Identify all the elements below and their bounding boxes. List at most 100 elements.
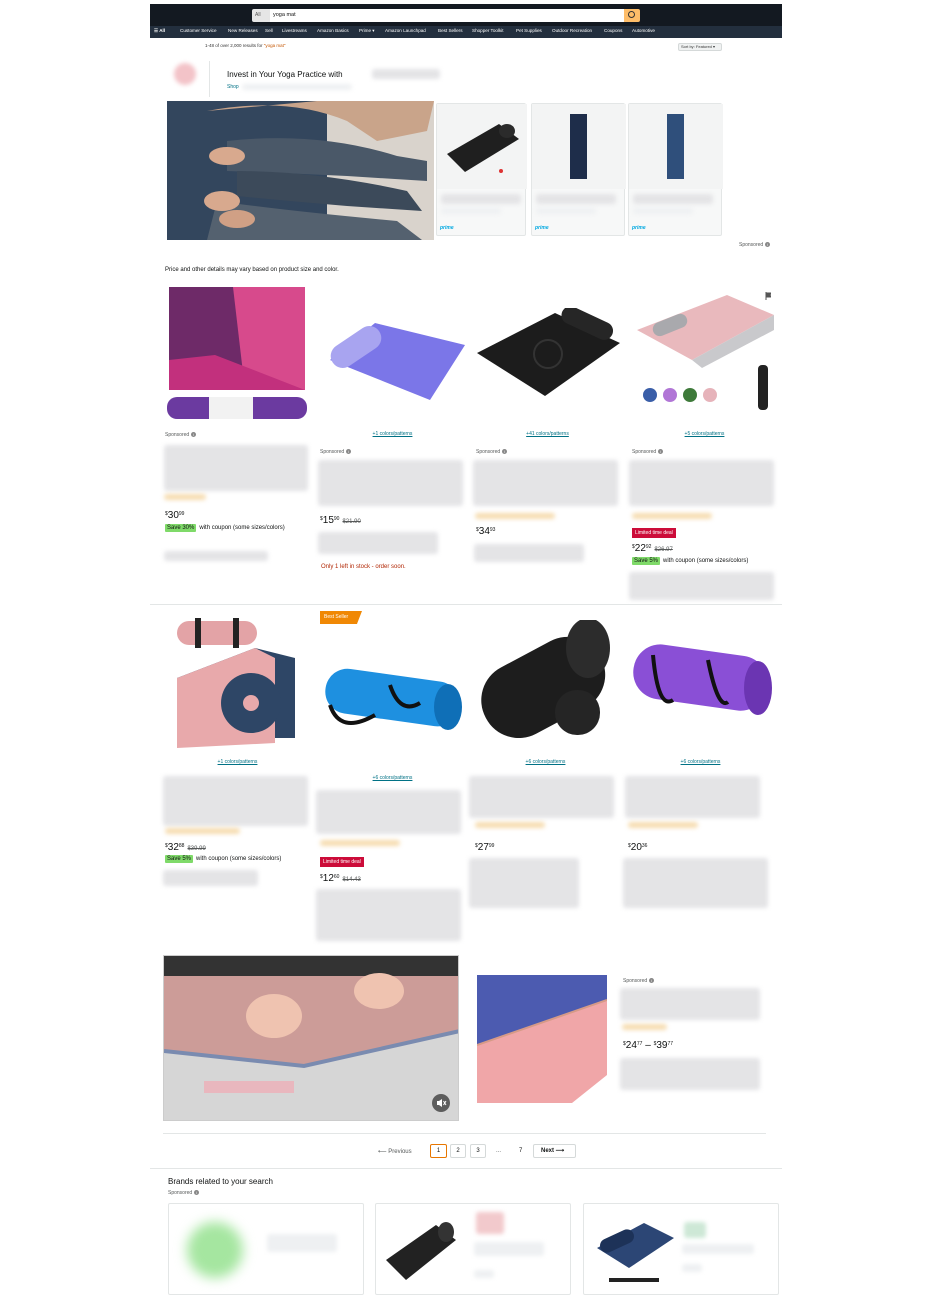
limited-time-deal-badge: Limited time deal <box>320 857 364 867</box>
product-image-7[interactable] <box>473 618 618 750</box>
nav-item-shopper-toolkit[interactable]: Shopper Toolkit <box>472 28 504 33</box>
search-category-select[interactable]: All <box>252 9 270 22</box>
price: $3288 $39.99 <box>165 842 206 853</box>
search-button[interactable] <box>624 9 640 22</box>
sponsored-label[interactable]: Sponsored i <box>623 978 655 984</box>
info-icon: i <box>658 449 664 454</box>
pagination-ellipsis: ... <box>496 1148 502 1154</box>
brand-banner-headline: Invest in Your Yoga Practice with <box>227 70 343 79</box>
video-ad-product-image[interactable] <box>476 975 608 1103</box>
price: $2036 <box>628 842 648 853</box>
product-image-3[interactable] <box>475 306 620 398</box>
nav-item-best-sellers[interactable]: Best Sellers <box>438 28 463 33</box>
pagination-page-7[interactable]: 7 <box>519 1148 522 1154</box>
blue-mat-image <box>629 104 723 189</box>
colors-link[interactable]: +1 colors/patterns <box>320 431 465 437</box>
pink-gray-mat-image <box>637 295 774 410</box>
nav-item-new-releases[interactable]: New Releases <box>228 28 258 33</box>
lavender-mat-image <box>330 323 465 400</box>
info-icon: i <box>191 432 197 437</box>
pagination-previous[interactable]: ⟵ Previous <box>378 1148 412 1155</box>
price-note: Price and other details may vary based o… <box>165 267 339 273</box>
coupon-text: Save 5% with coupon (some sizes/colors) <box>165 855 282 863</box>
mat-folding-video-frame <box>164 956 458 1120</box>
sponsored-label[interactable]: Sponsored i <box>165 432 197 438</box>
nav-item-coupons[interactable]: Coupons <box>604 28 622 33</box>
black-mat-image <box>437 104 527 189</box>
colors-link[interactable]: +6 colors/patterns <box>473 759 618 765</box>
prime-badge: prime <box>440 225 454 231</box>
flag-icon[interactable] <box>765 287 772 300</box>
brand-logo-area <box>170 61 210 97</box>
nav-item-all[interactable]: ☰ All <box>154 28 165 34</box>
search-input[interactable]: yoga mat <box>270 9 624 22</box>
sort-dropdown[interactable]: Sort by: Featured ▾ <box>678 43 722 51</box>
nav-item-automotive[interactable]: Automotive <box>632 28 655 33</box>
price: $1260 $14.43 <box>320 873 361 884</box>
sponsored-label[interactable]: Sponsored i <box>168 1190 200 1196</box>
brand-card-3[interactable] <box>583 1203 779 1295</box>
colors-link[interactable]: +6 colors/patterns <box>628 759 773 765</box>
product-image-8[interactable] <box>628 640 773 725</box>
price: $1590 $21.90 <box>320 515 361 526</box>
navy-mat-image <box>532 104 626 189</box>
coupon-text: Save 30% with coupon (some sizes/colors) <box>165 524 285 532</box>
price: $2799 <box>475 842 495 853</box>
sponsored-label[interactable]: Sponsored i <box>476 449 508 455</box>
prime-badge: prime <box>535 225 549 231</box>
mute-icon[interactable] <box>432 1094 450 1112</box>
colors-link[interactable]: +6 colors/patterns <box>320 775 465 781</box>
nav-item-prime[interactable]: Prime ▾ <box>359 28 375 34</box>
blue-rolled-mat-image <box>325 668 462 730</box>
nav-item-pet-supplies[interactable]: Pet Supplies <box>516 28 542 33</box>
navy-mat-image <box>597 1223 674 1282</box>
product-image-5[interactable] <box>165 613 310 753</box>
brand-banner-image[interactable] <box>167 101 434 240</box>
yoga-stretch-illustration <box>167 101 434 240</box>
pagination-page-1[interactable]: 1 <box>430 1144 447 1158</box>
colors-link[interactable]: +1 colors/patterns <box>165 759 310 765</box>
best-seller-badge: Best Seller <box>320 611 362 624</box>
banner-product-1[interactable]: prime <box>436 103 527 236</box>
nav-item-sell[interactable]: Sell <box>265 28 273 33</box>
colors-link[interactable]: +5 colors/patterns <box>632 431 777 437</box>
product-image-4[interactable] <box>632 290 777 415</box>
info-icon: i <box>765 242 771 247</box>
coupon-text: Save 5% with coupon (some sizes/colors) <box>632 557 749 565</box>
price: $3493 <box>476 526 496 537</box>
nav-item-amazon-basics[interactable]: Amazon Basics <box>317 28 349 33</box>
black-printed-mat-image <box>477 306 620 396</box>
limited-time-deal-badge: Limited time deal <box>632 528 676 538</box>
results-count: 1-48 of over 2,000 results for "yoga mat… <box>205 43 286 48</box>
pagination-page-3[interactable]: 3 <box>470 1144 486 1158</box>
banner-product-3[interactable]: prime <box>628 103 723 236</box>
nav-item-amazon-launchpad[interactable]: Amazon Launchpad <box>385 28 426 33</box>
sponsored-label[interactable]: Sponsored i <box>320 449 352 455</box>
banner-product-2[interactable]: prime <box>531 103 626 236</box>
nav-item-outdoor-recreation[interactable]: Outdoor Recreation <box>552 28 592 33</box>
brand-card-1[interactable] <box>168 1203 364 1295</box>
sponsored-label[interactable]: Sponsored i <box>632 449 664 455</box>
info-icon: i <box>502 449 508 454</box>
price-range: $2477 – $3977 <box>623 1040 674 1051</box>
pagination-next[interactable]: Next ⟶ <box>533 1144 576 1158</box>
product-image-1[interactable] <box>165 285 308 425</box>
video-ad-player[interactable] <box>163 955 459 1121</box>
brand-shop-link[interactable]: Shop <box>227 84 239 90</box>
product-image-2[interactable] <box>320 305 465 400</box>
page: All yoga mat ☰ All Customer Service New … <box>150 0 782 1307</box>
pink-navy-mat-image <box>177 618 295 748</box>
nav-item-livestreams[interactable]: Livestreams <box>282 28 307 33</box>
brands-title: Brands related to your search <box>168 1177 273 1186</box>
info-icon: i <box>649 978 655 983</box>
header-bar: All yoga mat <box>150 4 782 26</box>
product-image-6[interactable] <box>320 645 465 740</box>
colors-link[interactable]: +41 colors/patterns <box>475 431 620 437</box>
price: $2292 $26.97 <box>632 543 673 554</box>
prime-badge: prime <box>632 225 646 231</box>
nav-item-customer-service[interactable]: Customer Service <box>180 28 217 33</box>
pagination-page-2[interactable]: 2 <box>450 1144 466 1158</box>
banner-sponsored-label[interactable]: Sponsored i <box>739 242 771 248</box>
brand-logo[interactable] <box>174 63 196 85</box>
brand-card-2[interactable] <box>375 1203 571 1295</box>
